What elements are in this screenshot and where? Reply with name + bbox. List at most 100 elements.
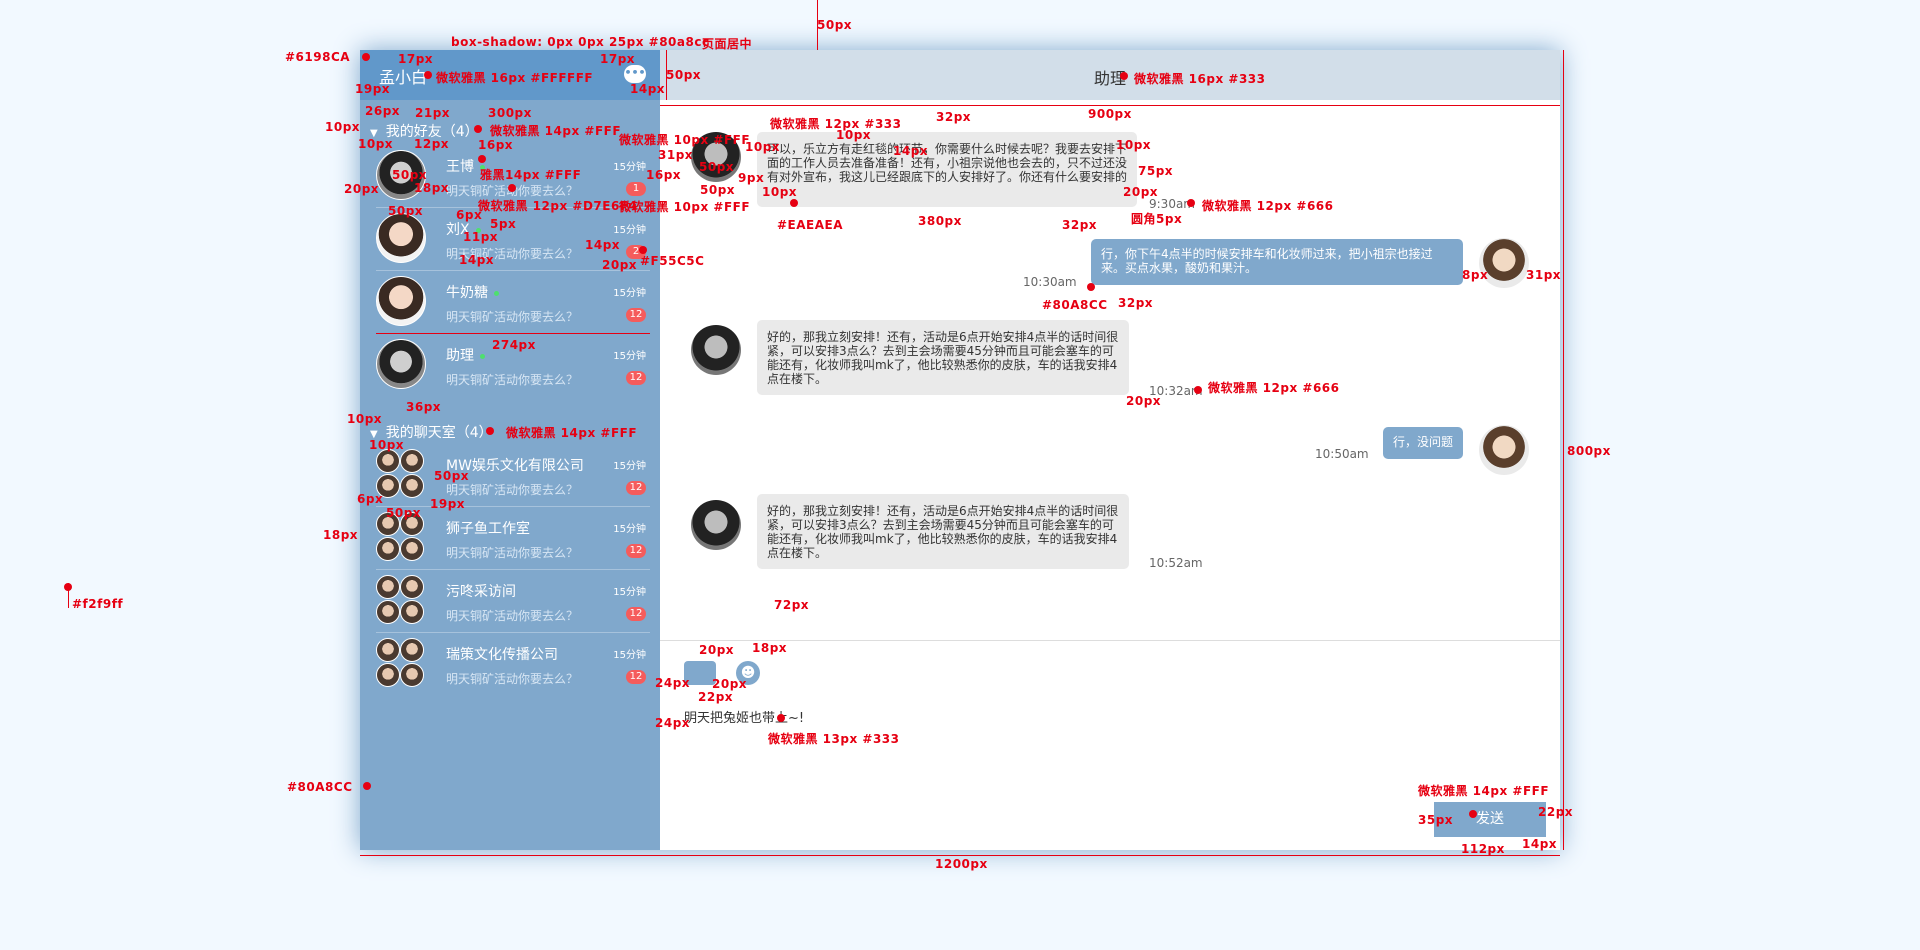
item-time: 15分钟 <box>613 351 646 362</box>
annotation-label: 微软雅黑 12px #666 <box>1208 381 1340 395</box>
dimension-line <box>666 50 667 100</box>
annotation-dot <box>362 53 370 61</box>
annotation-dot <box>1120 72 1128 80</box>
message-bubble: 可以，乐立方有走红毯的环节，你需要什么时候去呢？我要去安排下面的工作人员去准备准… <box>757 132 1137 207</box>
group-avatar <box>376 575 426 625</box>
contact-avatar[interactable] <box>691 325 741 375</box>
annotation-label: 10px <box>358 137 394 151</box>
annotation-label: 16px <box>646 168 682 182</box>
item-message: 明天铜矿活动你要去么？ <box>446 310 579 324</box>
online-indicator <box>494 290 499 296</box>
annotation-label: 50px <box>386 506 422 520</box>
annotation-label: 18px <box>414 181 450 195</box>
avatar <box>376 213 426 263</box>
message-input[interactable]: 明天把兔姬也带上~! <box>684 707 804 726</box>
annotation-label: 50px <box>699 160 735 174</box>
annotation-label: 11px <box>463 230 499 244</box>
annotation-label: 26px <box>365 104 401 118</box>
dimension-line <box>660 105 1560 106</box>
contact-avatar[interactable] <box>691 500 741 550</box>
message-bubble: 好的，那我立刻安排！还有，活动是6点开始安排4点半的话时间很紧，可以安排3点么？… <box>757 320 1129 395</box>
dimension-line <box>1563 50 1564 850</box>
annotation-dot <box>1469 810 1477 818</box>
item-name: 污咚采访间 <box>446 584 516 600</box>
annotation-label: 32px <box>1118 296 1154 310</box>
annotation-dot <box>1087 283 1095 291</box>
annotation-label: 微软雅黑 10px #FFF <box>619 133 751 147</box>
annotation-label: 21px <box>415 106 451 120</box>
item-name: 瑞策文化传播公司 <box>446 647 558 663</box>
annotation-dot <box>1194 386 1202 394</box>
annotation-label: 9px <box>738 171 765 185</box>
annotation-label: 14px <box>893 144 929 158</box>
online-indicator <box>480 353 485 359</box>
annotation-label: 微软雅黑 16px #333 <box>1134 72 1266 86</box>
list-item[interactable]: 牛奶糖 15分钟 明天铜矿活动你要去么？ 12 <box>376 270 650 334</box>
item-name: 助理 <box>446 348 474 364</box>
annotation-label: 22px <box>1538 805 1574 819</box>
annotation-label: 6px <box>456 208 483 222</box>
annotation-label: #f2f9ff <box>72 597 124 611</box>
item-time: 15分钟 <box>613 650 646 661</box>
group-avatar <box>376 449 426 499</box>
item-time: 15分钟 <box>613 225 646 236</box>
item-name: 狮子鱼工作室 <box>446 521 530 537</box>
annotation-label: 14px <box>1522 837 1558 851</box>
annotation-label: 10px <box>369 438 405 452</box>
item-time: 15分钟 <box>613 461 646 472</box>
annotation-label: 20px <box>344 182 380 196</box>
annotation-label: 50px <box>388 204 424 218</box>
unread-badge: 12 <box>626 308 646 322</box>
message-time: 10:30am <box>1023 275 1077 289</box>
message-bubble: 行，没问题 <box>1383 427 1463 459</box>
dimension-line <box>360 855 1560 856</box>
unread-badge: 12 <box>626 607 646 621</box>
unread-badge: 12 <box>626 481 646 495</box>
annotation-label: 10px <box>1116 138 1152 152</box>
annotation-dot <box>777 714 785 722</box>
annotation-label: 14px <box>459 253 495 267</box>
annotation-label: 10px <box>836 128 872 142</box>
item-message: 明天铜矿活动你要去么？ <box>446 373 579 387</box>
annotation-label: 6px <box>357 492 384 506</box>
annotation-label: 20px <box>699 643 735 657</box>
annotation-label: 19px <box>355 82 391 96</box>
annotation-label: 36px <box>406 400 442 414</box>
dimension-line <box>68 583 69 608</box>
annotation-label: 274px <box>492 338 536 352</box>
my-avatar[interactable] <box>1479 425 1529 475</box>
annotation-dot <box>478 155 486 163</box>
annotation-dot <box>639 246 647 254</box>
annotation-label: 50px <box>666 68 702 82</box>
annotation-label: 14px <box>585 238 621 252</box>
item-time: 15分钟 <box>613 524 646 535</box>
annotation-label: 雅黑14px #FFF <box>480 168 582 182</box>
annotation-label: #6198CA <box>285 50 351 64</box>
annotation-center: 页面居中 <box>702 37 753 51</box>
annotation-label: #F55C5C <box>640 254 705 268</box>
list-item[interactable]: 瑞策文化传播公司 15分钟 明天铜矿活动你要去么？ 12 <box>376 632 650 695</box>
annotation-label: 16px <box>478 138 514 152</box>
message-bubble: 行，你下午4点半的时候安排车和化妆师过来，把小祖宗也接过来。买点水果，酸奶和果汁… <box>1091 239 1463 285</box>
annotation-label: 31px <box>658 148 694 162</box>
list-item[interactable]: 污咚采访间 15分钟 明天铜矿活动你要去么？ 12 <box>376 569 650 633</box>
annotation-label: 31px <box>1526 268 1562 282</box>
annotation-label: 50px <box>392 168 428 182</box>
annotation-label: 14px <box>630 82 666 96</box>
list-item[interactable]: MW娱乐文化有限公司 15分钟 明天铜矿活动你要去么？ 12 <box>376 443 650 507</box>
message-time: 10:50am <box>1315 447 1369 461</box>
message-time: 10:52am <box>1149 556 1203 570</box>
annotation-label: 800px <box>1567 444 1611 458</box>
annotation-dot <box>424 71 432 79</box>
item-time: 15分钟 <box>613 162 646 173</box>
annotation-label: 微软雅黑 12px #D7E6F4 <box>478 199 638 213</box>
group-avatar <box>376 638 426 688</box>
annotation-label: 24px <box>655 676 691 690</box>
chat-title: 助理 <box>1093 69 1126 88</box>
annotation-label: 8px <box>1462 268 1489 282</box>
annotation-dot <box>474 125 482 133</box>
annotation-label: 72px <box>774 598 810 612</box>
chat-bubble-icon[interactable]: ••• <box>624 65 646 83</box>
item-message: 明天铜矿活动你要去么？ <box>446 546 579 560</box>
annotation-label: 微软雅黑 12px #666 <box>1202 199 1334 213</box>
